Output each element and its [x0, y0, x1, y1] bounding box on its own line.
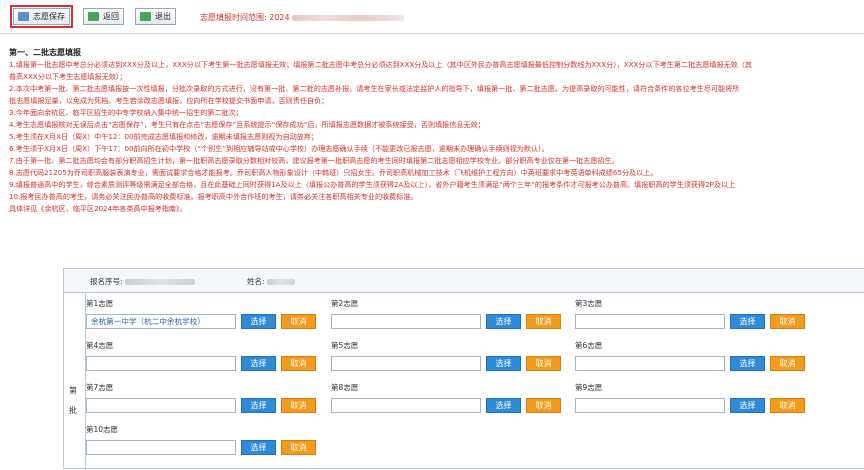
batch-label-char-2: 批 — [69, 406, 77, 415]
exit-icon — [140, 12, 151, 21]
choice-4-label: 第4志愿 — [86, 341, 114, 350]
notice-line: 6.考生须于X月X日（周X）下午17：00前向所在初中学校（“个别生”到相应辅导… — [9, 144, 549, 153]
batch-side-label: 第 批 — [64, 292, 86, 470]
choice-2-label: 第2志愿 — [331, 299, 359, 308]
choice-10-select-button[interactable]: 选择 — [241, 440, 276, 455]
time-range-label: 志愿填报时间范围: 2024 — [200, 12, 404, 23]
notice-line: 10.报考民办普高的考生，请务必关注民办普高的收费标准。报考职高中外合作班的考生… — [9, 192, 418, 201]
choice-8-input[interactable] — [331, 398, 481, 413]
notice-line: 8.志愿代码21205为乔司职高服装表演专业，需面试要求合格才能报考。乔司职高人… — [9, 168, 658, 177]
notice-panel: 第一、二批志愿填报 1.填报第一批志愿中考总分必须达到XXX分及以上，XXX分以… — [9, 46, 864, 215]
choice-6-select-button[interactable]: 选择 — [730, 356, 765, 371]
redacted-date — [291, 14, 404, 21]
toolbar-divider — [0, 33, 864, 34]
choice-8-select-button[interactable]: 选择 — [486, 398, 521, 413]
exit-button-label: 退出 — [155, 12, 171, 21]
back-button[interactable]: 返回 — [83, 8, 124, 25]
notice-line: 5.考生须在X月X日（周X）中午12：00前完成志愿填报和修改，逾期未填报志愿则… — [9, 132, 318, 141]
batch-label-char-1: 第 — [69, 386, 77, 395]
choice-2-cancel-button[interactable]: 取消 — [526, 314, 561, 329]
choice-8-label: 第8志愿 — [331, 383, 359, 392]
choice-9-input[interactable] — [575, 398, 725, 413]
choice-7-select-button[interactable]: 选择 — [241, 398, 276, 413]
choice-5-select-button[interactable]: 选择 — [486, 356, 521, 371]
back-icon — [88, 12, 99, 21]
choice-5-label: 第5志愿 — [331, 341, 359, 350]
choice-7-cancel-button[interactable]: 取消 — [281, 398, 316, 413]
choice-4-cancel-button[interactable]: 取消 — [281, 356, 316, 371]
notice-line: 1.填报第一批志愿中考总分必须达到XXX分及以上，XXX分以下考生第一批志愿填报… — [9, 60, 752, 69]
choice-1-cancel-button[interactable]: 取消 — [281, 314, 316, 329]
choice-9-select-button[interactable]: 选择 — [730, 398, 765, 413]
choice-form: 报名序号: 姓名: 第 批 第1志愿 余杭第一中学（杭二中余杭学校） 选择 取消 第2志… — [63, 268, 864, 470]
notice-line: 普高XXX分以下考生志愿填报无效）； — [9, 72, 127, 81]
notice-line: 7.由于第一批、第二批志愿均会有部分职高招生计划，第一批职高志愿录取分数相对较高… — [9, 156, 619, 165]
choice-6-label: 第6志愿 — [575, 341, 603, 350]
save-icon — [18, 12, 29, 21]
choice-3-input[interactable] — [575, 314, 725, 329]
save-button[interactable]: 志愿保存 — [10, 5, 73, 28]
choice-9-label: 第9志愿 — [575, 383, 603, 392]
choice-10-cancel-button[interactable]: 取消 — [281, 440, 316, 455]
choice-1-input[interactable]: 余杭第一中学（杭二中余杭学校） — [86, 314, 236, 329]
time-range-text: 志愿填报时间范围: 2024 — [200, 13, 290, 22]
back-button-label: 返回 — [103, 12, 119, 21]
exit-button[interactable]: 退出 — [135, 8, 176, 25]
notice-line: 3.今年面向余杭区、临平区招生的中专学校纳入集中统一招生的第二批次； — [9, 108, 243, 117]
choice-1-select-button[interactable]: 选择 — [241, 314, 276, 329]
reg-number-field: 报名序号: — [90, 276, 195, 287]
notice-line: 2.本次中考第一批、第二批志愿填报按一次性填报，分批次录取的方式进行，没有第一批… — [9, 84, 740, 93]
toolbar: 志愿保存 返回 退出 志愿填报时间范围: 2024 — [0, 0, 864, 33]
choice-7-label: 第7志愿 — [86, 383, 114, 392]
choice-2-select-button[interactable]: 选择 — [486, 314, 521, 329]
notice-line: 9.填报普通高中的学生，综合素质测评等级需满足全部合格，且在此基础上同时获得1A… — [9, 180, 736, 189]
redacted-student-name — [266, 279, 295, 285]
choice-7-input[interactable] — [86, 398, 236, 413]
choice-6-input[interactable] — [575, 356, 725, 371]
notice-line: 批志愿填报足量，以免成为死档。考生若涂改志愿填报，应向所在学校提交书面申请，否则… — [9, 96, 329, 105]
choice-2-input[interactable] — [331, 314, 481, 329]
choice-10-label: 第10志愿 — [86, 425, 119, 434]
student-info-row: 报名序号: 姓名: — [64, 269, 864, 293]
choice-3-select-button[interactable]: 选择 — [730, 314, 765, 329]
choice-3-label: 第3志愿 — [575, 299, 603, 308]
redacted-reg-number — [124, 279, 195, 285]
student-name-label: 姓名: — [247, 277, 265, 286]
choice-10-input[interactable] — [86, 440, 236, 455]
choice-9-cancel-button[interactable]: 取消 — [770, 398, 805, 413]
notice-title: 第一、二批志愿填报 — [9, 48, 81, 57]
notice-footer: 具体详见《余杭区、临平区2024年各类高中报考指南》。 — [9, 204, 187, 213]
choice-3-cancel-button[interactable]: 取消 — [770, 314, 805, 329]
choice-4-select-button[interactable]: 选择 — [241, 356, 276, 371]
notice-line: 4.考生志愿填报核对无误后点击“志愿保存”，考生只有在点击“志愿保存”且系统提示… — [9, 120, 485, 129]
choice-6-cancel-button[interactable]: 取消 — [770, 356, 805, 371]
choice-5-input[interactable] — [331, 356, 481, 371]
reg-number-label: 报名序号: — [90, 277, 123, 286]
choice-4-input[interactable] — [86, 356, 236, 371]
choice-1-label: 第1志愿 — [86, 299, 114, 308]
choice-5-cancel-button[interactable]: 取消 — [526, 356, 561, 371]
student-name-field: 姓名: — [247, 276, 295, 287]
save-button-label: 志愿保存 — [33, 12, 65, 21]
choice-8-cancel-button[interactable]: 取消 — [526, 398, 561, 413]
